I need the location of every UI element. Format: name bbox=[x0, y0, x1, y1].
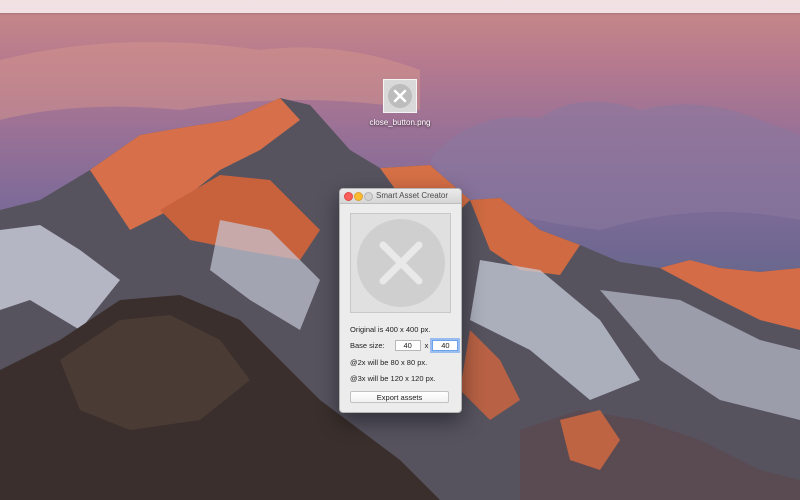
window-title: Smart Asset Creator bbox=[376, 191, 449, 200]
base-width-field[interactable] bbox=[394, 339, 421, 351]
menu-bar[interactable] bbox=[0, 0, 800, 13]
base-height-field[interactable] bbox=[432, 339, 459, 351]
window-minimize-button[interactable] bbox=[354, 192, 363, 201]
smart-asset-creator-window: Smart Asset Creator Original is 400 x 40… bbox=[339, 188, 462, 413]
original-size-text: Original is 400 x 400 px. bbox=[350, 325, 431, 334]
window-close-button[interactable] bbox=[344, 192, 353, 201]
image-preview bbox=[350, 213, 451, 313]
window-zoom-button[interactable] bbox=[364, 192, 373, 201]
export-assets-button[interactable]: Export assets bbox=[350, 391, 449, 403]
3x-size-text: @3x will be 120 x 120 px. bbox=[350, 374, 436, 383]
times-label: x bbox=[424, 340, 429, 350]
close-x-icon bbox=[383, 79, 417, 113]
desktop-file-close-button[interactable]: close_button.png bbox=[360, 79, 440, 127]
window-titlebar[interactable]: Smart Asset Creator bbox=[340, 189, 461, 204]
close-x-icon bbox=[356, 219, 445, 307]
base-size-row: Base size: x bbox=[350, 338, 459, 352]
base-size-label: Base size: bbox=[350, 340, 385, 350]
2x-size-text: @2x will be 80 x 80 px. bbox=[350, 358, 428, 367]
desktop-file-label: close_button.png bbox=[369, 118, 431, 127]
